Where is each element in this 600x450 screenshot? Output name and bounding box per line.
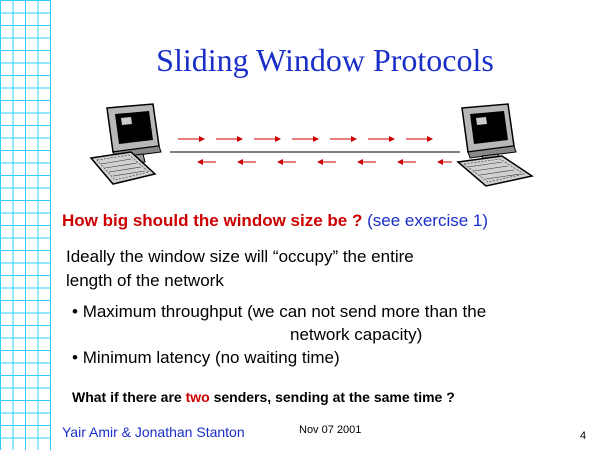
question-reference: (see exercise 1) [367, 211, 489, 230]
what-if-question: What if there are two senders, sending a… [72, 389, 455, 405]
transmission-arrows [170, 136, 460, 165]
what-if-highlight: two [185, 389, 210, 405]
bullet-latency-text: Minimum latency (no waiting time) [82, 348, 340, 367]
bullet-marker: • [72, 348, 78, 367]
bullet-marker: • [72, 302, 78, 321]
bullet-list: • Maximum throughput (we can not send mo… [72, 300, 572, 369]
footer-date: Nov 07 2001 [299, 424, 362, 436]
question-text: How big should the window size be ? [62, 211, 363, 230]
ideal-paragraph: Ideally the window size will “occupy” th… [66, 245, 506, 293]
what-if-prefix: What if there are [72, 389, 182, 405]
title-container: Sliding Window Protocols [50, 40, 600, 80]
ideal-line-1: Ideally the window size will “occupy” th… [66, 247, 414, 266]
what-if-suffix: senders, sending at the same time ? [213, 389, 455, 405]
bullet-latency: • Minimum latency (no waiting time) [72, 346, 572, 369]
bullet-throughput: • Maximum throughput (we can not send mo… [72, 300, 572, 346]
ideal-line-2: length of the network [66, 271, 224, 290]
bullet-throughput-line-2: network capacity) [290, 325, 423, 344]
computer-icon-left [89, 103, 162, 185]
footer-authors: Yair Amir & Jonathan Stanton [62, 424, 245, 440]
decorative-grid [0, 0, 51, 450]
question-line: How big should the window size be ? (see… [62, 211, 488, 231]
slide-title: Sliding Window Protocols [156, 42, 494, 78]
bullet-throughput-line-1: Maximum throughput (we can not send more… [82, 302, 487, 321]
page-number: 4 [580, 430, 587, 442]
